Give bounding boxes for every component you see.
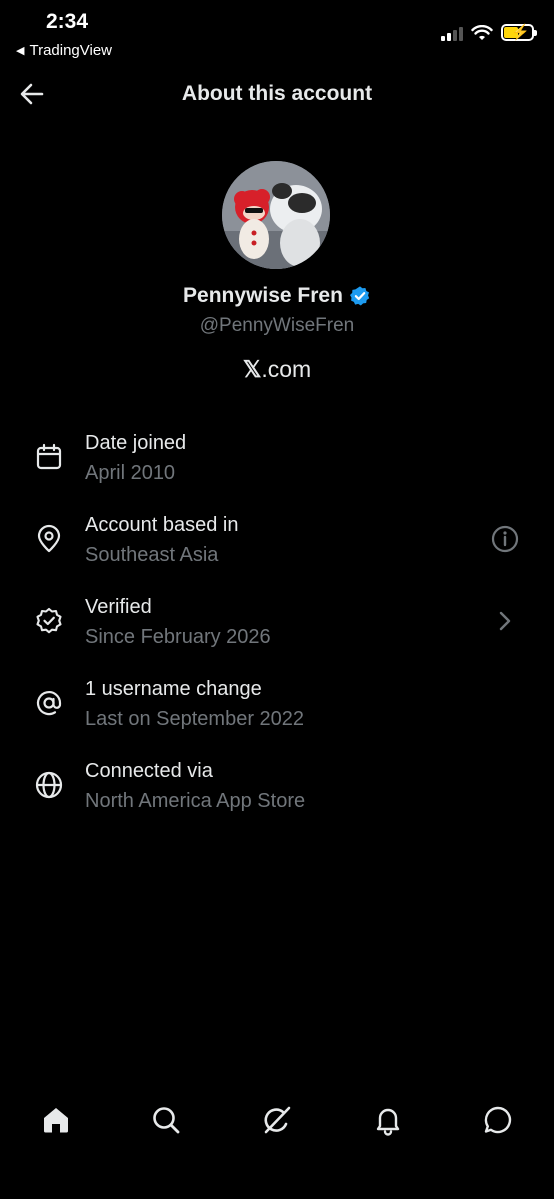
info-value: Last on September 2022 <box>85 708 305 730</box>
bottom-tab-bar <box>0 1100 554 1144</box>
info-label: Date joined <box>85 432 187 454</box>
back-triangle-icon: ◀ <box>16 45 25 57</box>
info-label: Account based in <box>85 514 239 536</box>
calendar-icon <box>36 443 62 470</box>
back-to-app-link[interactable]: ◀ TradingView <box>16 42 112 59</box>
profile-name: Pennywise Fren <box>183 284 343 307</box>
avatar[interactable] <box>222 161 330 269</box>
info-value: April 2010 <box>85 462 176 484</box>
location-pin-icon <box>37 524 61 553</box>
avatar-image <box>222 161 330 269</box>
info-item-date-joined: Date joined April 2010 <box>0 422 554 504</box>
info-item-account-based-in: Account based in Southeast Asia <box>0 504 554 586</box>
messages-icon[interactable] <box>482 1104 514 1136</box>
cellular-signal-icon <box>441 25 463 41</box>
verified-seal-icon <box>36 607 62 634</box>
platform-domain: .com <box>261 356 312 382</box>
info-value: Southeast Asia <box>85 544 219 566</box>
info-icon[interactable] <box>490 524 520 554</box>
info-label: Verified <box>85 596 152 618</box>
page-title: About this account <box>181 82 373 105</box>
profile-name-row: Pennywise Fren <box>0 284 554 308</box>
back-arrow-icon[interactable] <box>18 80 46 108</box>
battery-charging-icon: ⚡ <box>501 24 537 41</box>
notifications-icon[interactable] <box>372 1104 404 1136</box>
info-label: Connected via <box>85 760 213 782</box>
grok-icon[interactable] <box>261 1104 293 1136</box>
back-app-label: TradingView <box>29 42 113 59</box>
at-sign-icon <box>36 691 62 716</box>
platform-label: 𝕏.com <box>0 356 554 383</box>
info-label: 1 username change <box>85 678 262 700</box>
globe-icon <box>35 771 63 799</box>
info-item-username-changes: 1 username change Last on September 2022 <box>0 668 554 750</box>
verified-badge-icon <box>349 286 370 306</box>
info-value: Since February 2026 <box>85 626 271 648</box>
x-logo-mark: 𝕏 <box>242 356 262 382</box>
search-icon[interactable] <box>150 1104 182 1136</box>
info-value: North America App Store <box>85 790 306 812</box>
chevron-right-icon[interactable] <box>490 606 520 636</box>
wifi-icon <box>471 24 493 40</box>
status-indicators: ⚡ <box>441 24 537 41</box>
account-info-list: Date joined April 2010 Account based in … <box>0 422 554 832</box>
status-time: 2:34 <box>46 10 89 33</box>
profile-handle: @PennyWiseFren <box>199 315 355 336</box>
info-item-connected-via: Connected via North America App Store <box>0 750 554 832</box>
top-header: About this account <box>0 72 554 116</box>
home-icon[interactable] <box>40 1104 72 1136</box>
info-item-verified[interactable]: Verified Since February 2026 <box>0 586 554 668</box>
